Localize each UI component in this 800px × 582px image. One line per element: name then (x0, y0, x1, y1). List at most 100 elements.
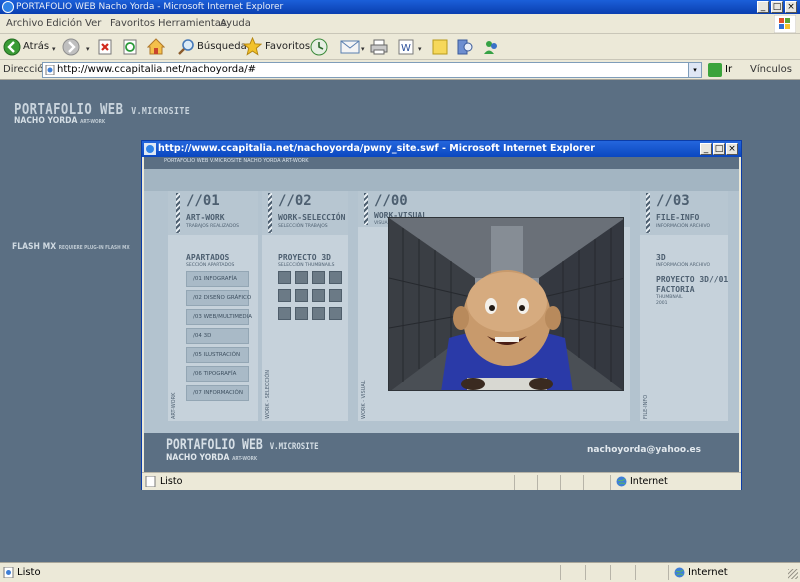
column-visual-number: //00 (374, 193, 408, 209)
refresh-icon[interactable] (122, 39, 138, 55)
proyecto-sub: SELECCIÓN THUMBNAILS (278, 263, 335, 268)
favorites-button[interactable]: Favoritos (265, 34, 310, 60)
column-stripe (364, 193, 368, 225)
maximize-button[interactable]: □ (771, 1, 783, 13)
flash-site: PORTAFOLIO WEB V.MICROSITE NACHO YORDA A… (144, 157, 739, 473)
menu-herramientas[interactable]: Herramientas (158, 14, 226, 34)
thumbnail[interactable] (295, 307, 308, 320)
menu-edicion[interactable]: Edición (46, 14, 82, 34)
back-button[interactable]: Atrás (23, 34, 49, 60)
page-icon (45, 65, 55, 75)
apartado-diseno-grafico[interactable]: /02 DISEÑO GRÁFICO (186, 290, 252, 306)
column-fileinfo-name: FILE-INFO (656, 213, 700, 222)
stop-icon[interactable] (97, 39, 113, 55)
thumbnail[interactable] (329, 271, 342, 284)
menu-favoritos[interactable]: Favoritos (110, 14, 155, 34)
apartado-label: /02 DISEÑO GRÁFICO (193, 295, 252, 301)
column-fileinfo-vlabel: FILE-INFO (643, 394, 649, 419)
apartado-informacion[interactable]: /07 INFORMACIÓN (186, 385, 249, 401)
column-artwork: //01 ART-WORK TRABAJOS REALIZADOS APARTA… (168, 191, 258, 421)
apartado-3d[interactable]: /04 3D (186, 328, 249, 344)
go-arrow-icon[interactable] (708, 63, 722, 77)
popup-title: http://www.ccapitalia.net/nachoyorda/pwn… (158, 143, 595, 154)
apartado-label: /04 3D (193, 333, 212, 339)
thumbnail[interactable] (312, 307, 325, 320)
column-fileinfo-head: //03 FILE-INFO INFORMACIÓN ARCHIVO (640, 191, 728, 235)
edit-dropdown-icon[interactable]: ▾ (418, 45, 422, 53)
windows-logo-icon (774, 15, 796, 33)
address-dropdown-icon[interactable]: ▾ (688, 63, 701, 77)
forward-dropdown-icon[interactable]: ▾ (86, 45, 90, 53)
info-factoria: FACTORIA (656, 285, 695, 294)
apartado-tipografia[interactable]: /06 TIPOGRAFÍA (186, 366, 249, 382)
address-bar: Dirección http://www.ccapitalia.net/nach… (0, 60, 800, 80)
column-seleccion-head: //02 WORK-SELECCIÓN SELECCIÓN TRABAJOS (262, 191, 348, 235)
search-icon[interactable] (177, 38, 195, 56)
back-dropdown-icon[interactable]: ▾ (52, 45, 56, 53)
forward-icon[interactable] (62, 38, 80, 56)
column-fileinfo-sub: INFORMACIÓN ARCHIVO (656, 224, 711, 229)
site-header: PORTAFOLIO WEB V.MICROSITE NACHO YORDA A… (144, 157, 739, 169)
status-divider (635, 565, 636, 580)
column-artwork-sub: TRABAJOS REALIZADOS (186, 224, 240, 229)
edit-word-icon[interactable]: W (398, 39, 414, 55)
popup-close-button[interactable]: × (726, 143, 738, 155)
thumbnail[interactable] (278, 289, 291, 302)
history-icon[interactable] (310, 38, 328, 56)
close-button[interactable]: × (785, 1, 797, 13)
home-icon[interactable] (147, 38, 165, 55)
popup-status-divider (560, 475, 561, 490)
apartado-label: /05 ILUSTRACIÓN (193, 352, 241, 358)
column-artwork-number: //01 (186, 193, 220, 209)
info-3d: 3D (656, 253, 666, 262)
thumbnail[interactable] (329, 307, 342, 320)
footer-title-suffix: V.MICROSITE (269, 442, 319, 452)
footer-email-link[interactable]: nachoyorda@yahoo.es (587, 445, 701, 455)
back-icon[interactable] (3, 38, 21, 56)
thumbnail[interactable] (312, 271, 325, 284)
thumbnail[interactable] (278, 271, 291, 284)
column-artwork-name: ART-WORK (186, 213, 225, 222)
status-page-icon (3, 567, 14, 578)
links-label[interactable]: Vínculos (750, 60, 792, 80)
popup-window: http://www.ccapitalia.net/nachoyorda/pwn… (141, 140, 742, 490)
page-author: NACHO YORDA ART-WORK (14, 116, 105, 126)
address-input[interactable]: http://www.ccapitalia.net/nachoyorda/# ▾ (42, 62, 702, 78)
research-icon[interactable] (456, 38, 474, 56)
menu-ayuda[interactable]: Ayuda (220, 14, 251, 34)
apartados-sub: SECCIÓN APARTADOS (186, 263, 235, 268)
status-divider (668, 565, 669, 580)
search-button[interactable]: Búsqueda (197, 34, 247, 60)
column-artwork-vlabel: ART-WORK (171, 392, 177, 419)
popup-maximize-button[interactable]: □ (713, 143, 725, 155)
popup-minimize-button[interactable]: _ (700, 143, 712, 155)
thumbnail[interactable] (329, 289, 342, 302)
go-button[interactable]: Ir (725, 60, 732, 80)
print-icon[interactable] (370, 39, 388, 55)
work-visual-render (388, 217, 624, 391)
discuss-icon[interactable] (432, 39, 448, 55)
menu-archivo[interactable]: Archivo (6, 14, 43, 34)
thumbnail[interactable] (312, 289, 325, 302)
menu-ver[interactable]: Ver (85, 14, 101, 34)
popup-zone-text: Internet (630, 476, 668, 487)
thumbnail[interactable] (295, 289, 308, 302)
apartado-infografia[interactable]: /01 INFOGRAFÍA (186, 271, 249, 287)
thumbnail[interactable] (278, 307, 291, 320)
favorites-star-icon[interactable] (243, 37, 262, 56)
window-titlebar: PORTAFOLIO WEB Nacho Yorda - Microsoft I… (0, 0, 800, 14)
messenger-icon[interactable] (482, 38, 500, 56)
site-footer: PORTAFOLIO WEB V.MICROSITE NACHO YORDA A… (144, 433, 739, 473)
window-title: PORTAFOLIO WEB Nacho Yorda - Microsoft I… (16, 2, 284, 12)
footer-author-tag: ART-WORK (232, 456, 258, 462)
info-3d-sub: INFORMACIÓN ARCHIVO (656, 263, 711, 268)
thumbnail[interactable] (295, 271, 308, 284)
mail-dropdown-icon[interactable]: ▾ (361, 45, 365, 53)
apartado-ilustracion[interactable]: /05 ILUSTRACIÓN (186, 347, 249, 363)
statusbar: Listo Internet (0, 562, 800, 582)
minimize-button[interactable]: _ (757, 1, 769, 13)
info-proyecto: PROYECTO 3D//01 (656, 275, 729, 284)
mail-icon[interactable] (340, 39, 360, 54)
resize-grip[interactable] (788, 569, 798, 579)
apartado-web-multimedia[interactable]: /03 WEB/MULTIMEDIA (186, 309, 252, 325)
